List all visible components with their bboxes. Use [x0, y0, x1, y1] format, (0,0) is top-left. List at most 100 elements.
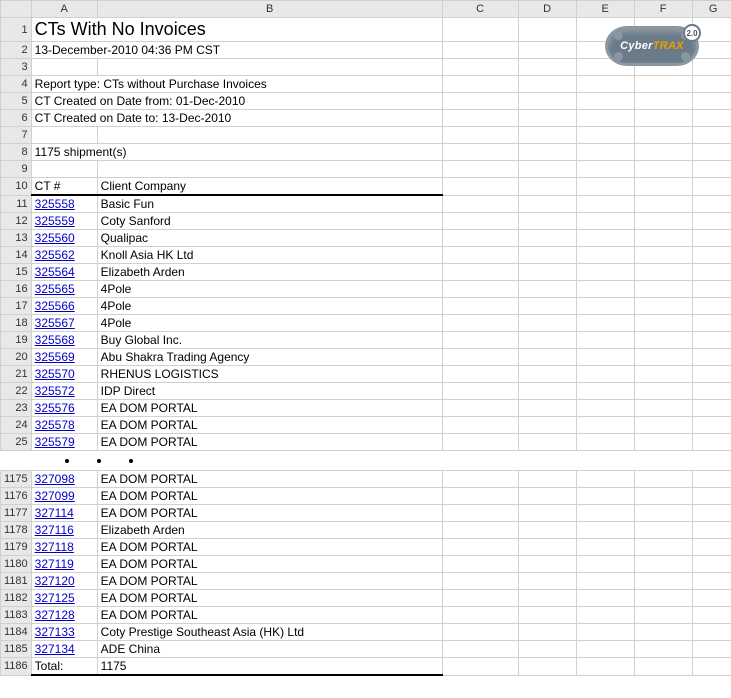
cell[interactable] — [442, 315, 518, 332]
cell[interactable] — [576, 366, 634, 383]
cell[interactable] — [97, 161, 442, 178]
cell[interactable] — [442, 42, 518, 59]
col-header-E[interactable]: E — [576, 1, 634, 18]
cell[interactable] — [692, 471, 731, 488]
row-header[interactable]: 1180 — [1, 556, 32, 573]
row-header[interactable]: 6 — [1, 110, 32, 127]
row-header[interactable]: 25 — [1, 434, 32, 451]
cell[interactable] — [442, 127, 518, 144]
row-header[interactable]: 7 — [1, 127, 32, 144]
ct-link[interactable]: 327120 — [31, 573, 97, 590]
row-header[interactable]: 23 — [1, 400, 32, 417]
cell[interactable] — [518, 488, 576, 505]
ct-link[interactable]: 325560 — [31, 230, 97, 247]
ct-link[interactable]: 325564 — [31, 264, 97, 281]
cell[interactable] — [442, 505, 518, 522]
cell[interactable] — [518, 281, 576, 298]
cell[interactable] — [518, 505, 576, 522]
cell[interactable] — [442, 366, 518, 383]
cell[interactable] — [31, 127, 97, 144]
row-header[interactable]: 17 — [1, 298, 32, 315]
cell[interactable] — [634, 110, 692, 127]
cell[interactable] — [442, 607, 518, 624]
cell[interactable] — [692, 127, 731, 144]
row-header[interactable]: 8 — [1, 144, 32, 161]
cell[interactable] — [634, 417, 692, 434]
cell[interactable] — [634, 556, 692, 573]
cell[interactable] — [518, 332, 576, 349]
cell[interactable] — [634, 573, 692, 590]
row-header[interactable]: 2 — [1, 42, 32, 59]
cell[interactable] — [442, 281, 518, 298]
cell[interactable] — [692, 505, 731, 522]
cell[interactable] — [518, 349, 576, 366]
cell[interactable] — [518, 417, 576, 434]
cell[interactable] — [576, 230, 634, 247]
cell[interactable] — [442, 556, 518, 573]
cell[interactable] — [692, 110, 731, 127]
ct-link[interactable]: 325570 — [31, 366, 97, 383]
cell[interactable] — [518, 195, 576, 213]
cell[interactable] — [442, 658, 518, 676]
cell[interactable] — [442, 178, 518, 196]
ct-link[interactable]: 325566 — [31, 298, 97, 315]
cell[interactable] — [634, 607, 692, 624]
cell[interactable] — [576, 93, 634, 110]
cell[interactable] — [576, 590, 634, 607]
cell[interactable] — [31, 161, 97, 178]
cell[interactable] — [442, 488, 518, 505]
cell[interactable] — [576, 417, 634, 434]
cell[interactable] — [576, 144, 634, 161]
row-header[interactable]: 9 — [1, 161, 32, 178]
cell[interactable] — [442, 110, 518, 127]
cell[interactable] — [518, 144, 576, 161]
cell[interactable] — [692, 76, 731, 93]
cell[interactable] — [634, 178, 692, 196]
cell[interactable] — [692, 607, 731, 624]
cell[interactable] — [442, 144, 518, 161]
ct-link[interactable]: 325558 — [31, 195, 97, 213]
col-header-B[interactable]: B — [97, 1, 442, 18]
cell[interactable] — [634, 264, 692, 281]
cell[interactable] — [576, 213, 634, 230]
cell[interactable] — [576, 264, 634, 281]
row-header[interactable]: 13 — [1, 230, 32, 247]
cell[interactable] — [692, 264, 731, 281]
cell[interactable] — [692, 195, 731, 213]
ct-link[interactable]: 325579 — [31, 434, 97, 451]
cell[interactable] — [692, 247, 731, 264]
cell[interactable] — [442, 332, 518, 349]
cell[interactable] — [518, 230, 576, 247]
cell[interactable] — [634, 590, 692, 607]
ct-link[interactable]: 327134 — [31, 641, 97, 658]
cell[interactable] — [576, 247, 634, 264]
cell[interactable] — [634, 400, 692, 417]
cell[interactable] — [97, 127, 442, 144]
cell[interactable] — [576, 332, 634, 349]
cell[interactable] — [692, 624, 731, 641]
row-header[interactable]: 1179 — [1, 539, 32, 556]
cell[interactable] — [634, 641, 692, 658]
ct-link[interactable]: 327098 — [31, 471, 97, 488]
cell[interactable] — [442, 264, 518, 281]
cell[interactable] — [634, 76, 692, 93]
row-header[interactable]: 4 — [1, 76, 32, 93]
cell[interactable] — [576, 161, 634, 178]
ct-link[interactable]: 327099 — [31, 488, 97, 505]
cell[interactable] — [634, 144, 692, 161]
row-header[interactable]: 24 — [1, 417, 32, 434]
cell[interactable] — [634, 281, 692, 298]
cell[interactable] — [518, 607, 576, 624]
cell[interactable] — [634, 247, 692, 264]
ct-link[interactable]: 325562 — [31, 247, 97, 264]
cell[interactable] — [634, 383, 692, 400]
cell[interactable] — [576, 298, 634, 315]
cell[interactable] — [518, 18, 576, 42]
ct-link[interactable]: 325568 — [31, 332, 97, 349]
cell[interactable] — [692, 213, 731, 230]
cell[interactable] — [576, 110, 634, 127]
cell[interactable] — [692, 315, 731, 332]
cell[interactable] — [692, 178, 731, 196]
ct-link[interactable]: 325576 — [31, 400, 97, 417]
cell[interactable] — [692, 349, 731, 366]
